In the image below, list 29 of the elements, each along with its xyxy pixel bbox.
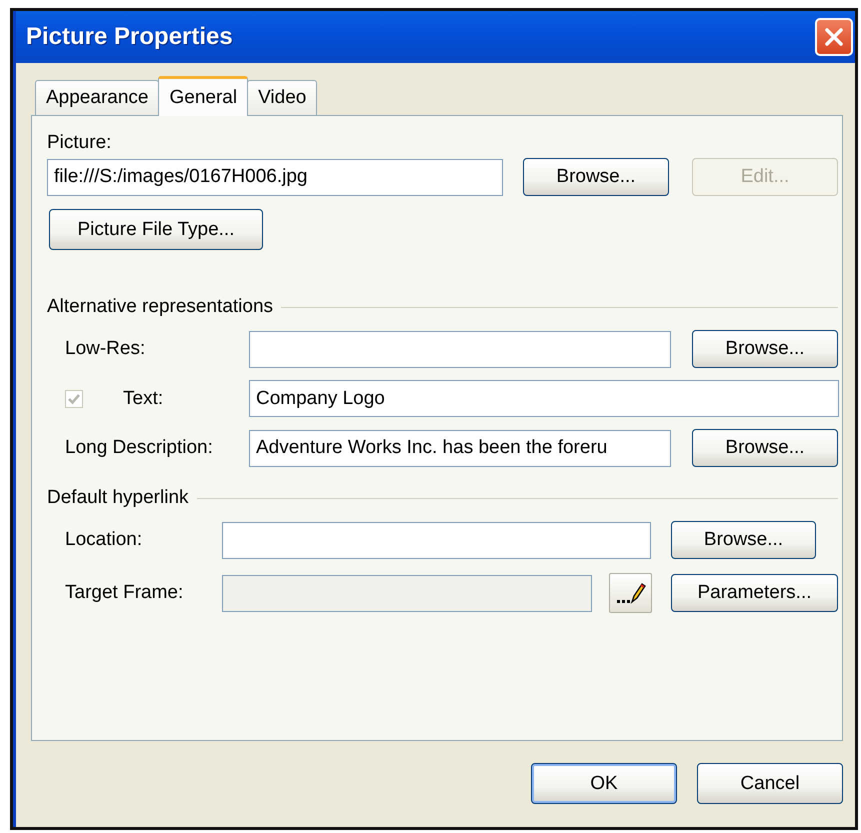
browse-button[interactable]: Browse... (692, 429, 838, 467)
text-label: Text: (123, 388, 164, 410)
tab[interactable]: General (158, 76, 248, 116)
tab[interactable]: Appearance (35, 80, 160, 115)
dots-pencil-icon (616, 580, 646, 606)
cancel-button[interactable]: Cancel (697, 763, 843, 804)
long-description-field[interactable]: Adventure Works Inc. has been the foreru (249, 430, 671, 466)
group-title: Alternative representations (47, 296, 274, 318)
browse-button[interactable]: Browse... (523, 158, 669, 196)
target-frame-label: Target Frame: (65, 582, 184, 604)
browse-button[interactable]: Browse... (692, 330, 838, 368)
browse-button[interactable]: Browse... (671, 521, 816, 559)
location-field[interactable] (222, 522, 651, 558)
alt-text-field[interactable]: Company Logo (249, 380, 839, 417)
edit-target-button[interactable] (609, 573, 652, 613)
group-title: Default hyperlink (47, 487, 189, 509)
parameters-button[interactable]: Parameters... (671, 574, 838, 612)
window-title: Picture Properties (26, 23, 233, 51)
low-res-label: Low-Res: (65, 338, 146, 360)
picture-label: Picture: (47, 132, 112, 154)
file-type-button[interactable]: Picture File Type... (49, 209, 263, 250)
low-res-field[interactable] (249, 330, 671, 368)
long-description-label: Long Description: (65, 437, 214, 459)
close-button[interactable] (815, 18, 853, 56)
picture-path-field[interactable]: file:///S:/images/0167H006.jpg (47, 158, 503, 196)
tab[interactable]: Video (247, 80, 318, 115)
close-icon (823, 26, 845, 48)
ok-button[interactable]: OK (531, 763, 677, 804)
location-label: Location: (65, 529, 144, 551)
